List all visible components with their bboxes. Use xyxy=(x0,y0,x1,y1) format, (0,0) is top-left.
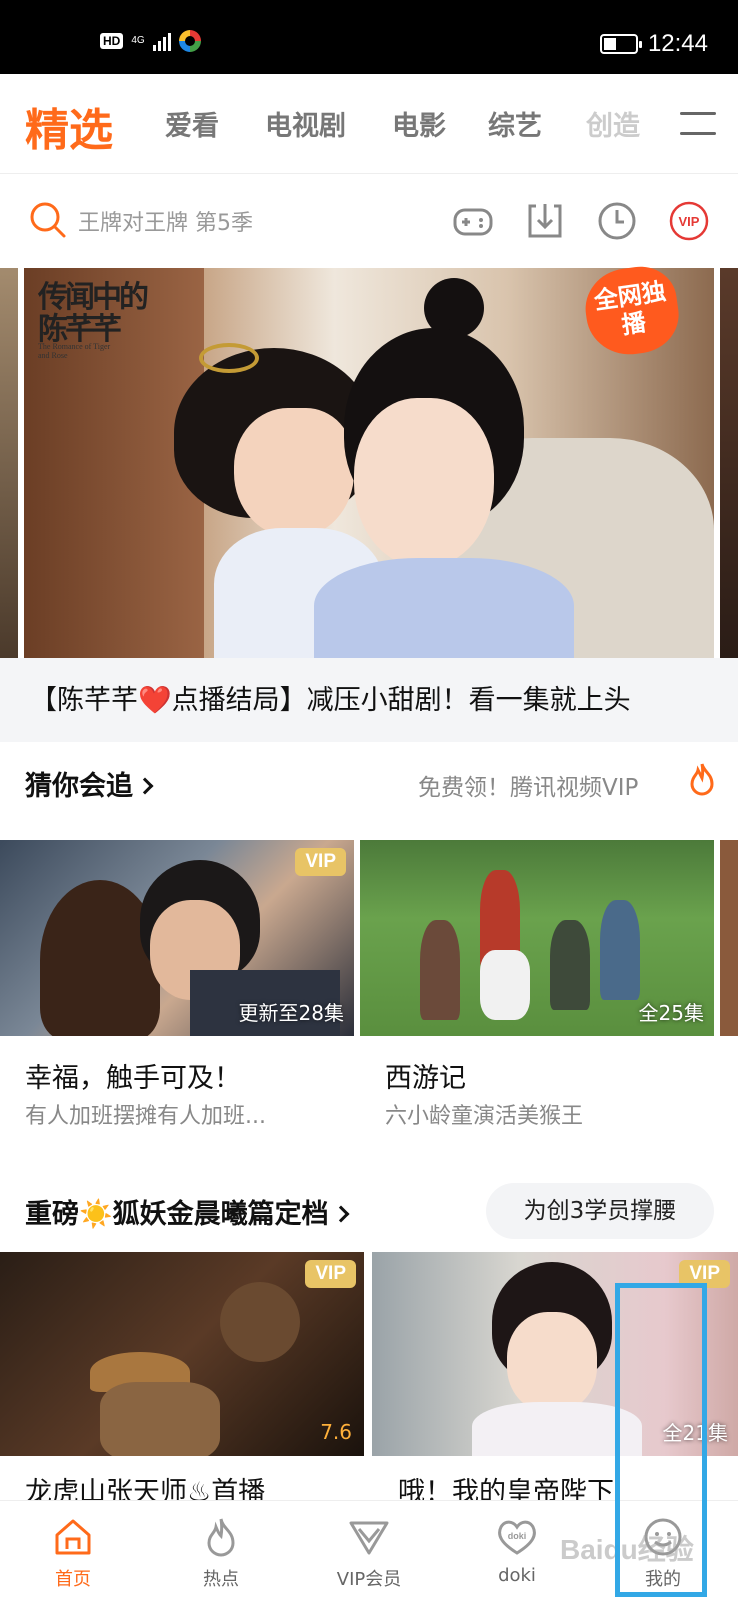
gamepad-icon[interactable] xyxy=(452,200,494,242)
svg-text:VIP: VIP xyxy=(679,214,700,229)
signal-icon xyxy=(152,31,171,51)
menu-icon[interactable] xyxy=(680,112,716,138)
card-subtitle: 六小龄童演活美猴王 xyxy=(385,1104,584,1129)
banner-next-peek xyxy=(720,268,738,658)
nav-doki[interactable]: doki doki xyxy=(457,1515,577,1586)
card-subtitle: 有人加班摆摊有人加班... xyxy=(25,1104,266,1129)
channel-tabs: 精选 爱看 电视剧 电影 综艺 创造 xyxy=(0,74,738,174)
download-icon[interactable] xyxy=(524,200,566,242)
nav-label: VIP会员 xyxy=(336,1569,402,1590)
episode-count: 全25集 xyxy=(638,1001,704,1025)
banner-caption: 【陈芊芊❤️点播结局】减压小甜剧！看一集就上头 xyxy=(30,685,631,716)
status-bar: HD 4G 12:44 xyxy=(0,0,738,74)
battery-icon xyxy=(599,34,642,54)
vip-tag: VIP xyxy=(305,1260,356,1288)
section-recommend-title[interactable]: 猜你会追 xyxy=(25,764,154,803)
network-type: 4G xyxy=(131,35,145,46)
tab-create[interactable]: 创造 xyxy=(586,104,640,143)
status-left: HD 4G xyxy=(100,30,201,52)
crown-ornament xyxy=(199,343,259,373)
search-input[interactable]: 王牌对王牌 第5季 xyxy=(78,205,253,237)
episode-count: 更新至28集 xyxy=(238,1001,344,1025)
nav-label: 首页 xyxy=(55,1569,91,1590)
chevron-right-icon xyxy=(332,1205,350,1223)
card-title[interactable]: 西游记 xyxy=(385,1056,466,1095)
show-logo-title: 传闻中的陈芊芊 xyxy=(38,280,149,347)
support-trainee-button[interactable]: 为创3学员撑腰 xyxy=(486,1183,714,1239)
tab-aikan[interactable]: 爱看 xyxy=(165,104,219,143)
vip-tag: VIP xyxy=(295,848,346,876)
show-logo-english: The Romance of Tiger and Rose xyxy=(38,342,111,360)
search-row: 王牌对王牌 第5季 VIP xyxy=(0,190,738,250)
card-next-peek xyxy=(720,840,738,1036)
section-recommend-label: 猜你会追 xyxy=(25,771,133,802)
status-right: 12:44 xyxy=(599,30,708,58)
flame-icon xyxy=(207,1518,235,1557)
card-thumb-xiyouji[interactable]: 全25集 xyxy=(360,840,714,1036)
search-icon[interactable] xyxy=(28,200,68,240)
svg-text:doki: doki xyxy=(508,1531,527,1541)
vip-crown-icon xyxy=(349,1521,389,1555)
nav-label: doki xyxy=(498,1565,536,1586)
banner-caption-bar[interactable]: 【陈芊芊❤️点播结局】减压小甜剧！看一集就上头 xyxy=(0,658,738,742)
rating-score: 7.6 xyxy=(320,1420,352,1444)
hd-badge: HD xyxy=(100,33,124,49)
section-featured-label: 重磅☀️狐妖金晨曦篇定档 xyxy=(25,1199,329,1230)
history-icon[interactable] xyxy=(596,200,638,242)
flame-promo-icon xyxy=(690,763,714,796)
nav-hot[interactable]: 热点 xyxy=(161,1515,281,1591)
profile-highlight-box xyxy=(615,1283,707,1597)
nav-home[interactable]: 首页 xyxy=(13,1515,133,1591)
app-notification-icon xyxy=(178,30,201,52)
vip-promo-link[interactable]: 免费领！腾讯视频VIP xyxy=(418,768,638,802)
nav-label: 热点 xyxy=(203,1569,239,1590)
nav-vip[interactable]: VIP会员 xyxy=(309,1515,429,1591)
show-logo: 传闻中的陈芊芊 The Romance of Tiger and Rose xyxy=(30,274,160,364)
tab-featured[interactable]: 精选 xyxy=(25,94,113,158)
clock: 12:44 xyxy=(647,30,708,57)
card-thumb-xingfu[interactable]: VIP 更新至28集 xyxy=(0,840,354,1036)
chevron-right-icon xyxy=(136,777,154,795)
vip-icon[interactable]: VIP xyxy=(668,200,710,242)
card-thumb-longhushan[interactable]: VIP 7.6 xyxy=(0,1252,364,1456)
card-title[interactable]: 幸福，触手可及！ xyxy=(25,1056,241,1095)
tab-tv[interactable]: 电视剧 xyxy=(265,104,346,143)
section-featured-title[interactable]: 重磅☀️狐妖金晨曦篇定档 xyxy=(25,1192,350,1231)
doki-heart-icon: doki xyxy=(498,1520,536,1555)
home-icon xyxy=(55,1519,91,1555)
tab-variety[interactable]: 综艺 xyxy=(488,104,542,143)
tab-movie[interactable]: 电影 xyxy=(392,104,446,143)
banner-prev-peek xyxy=(0,268,18,658)
